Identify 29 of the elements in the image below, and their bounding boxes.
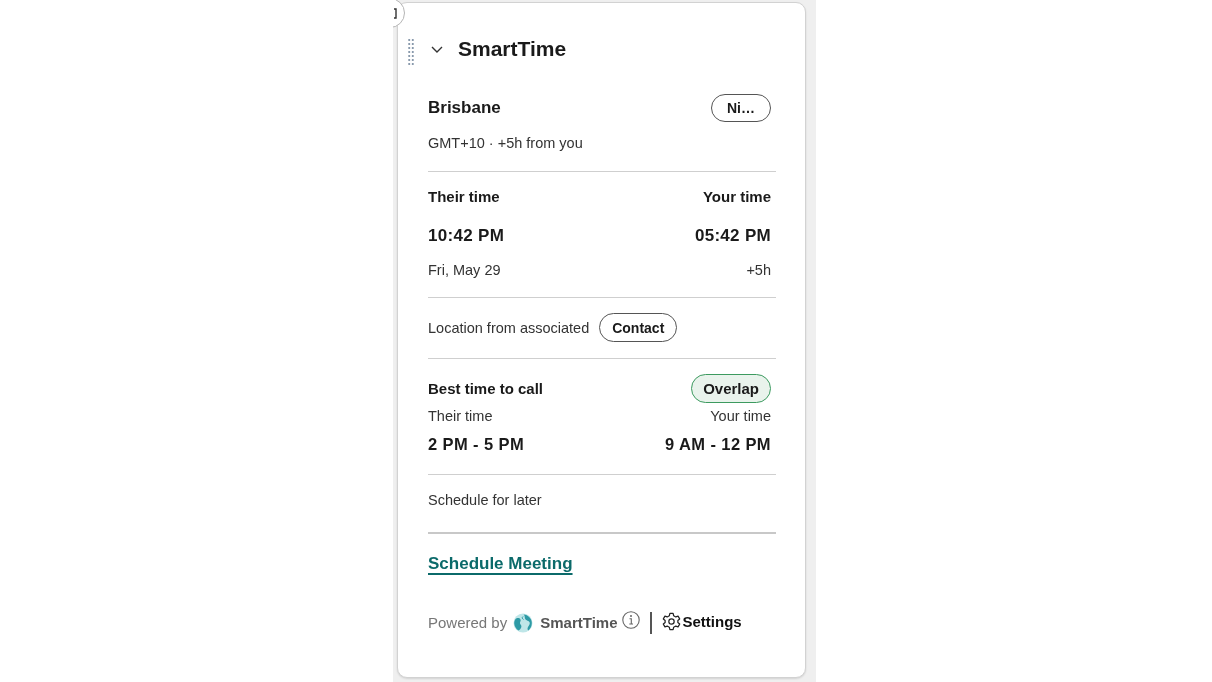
drag-handle-icon[interactable] [408,38,414,66]
settings-icon [662,612,682,631]
timezone-offset: GMT+10 · +5h from you [428,134,583,153]
your-time: 05:42 PM [694,225,771,247]
their-time-range: 2 PM - 5 PM [428,434,525,455]
their-date: Fri, May 29 [428,261,501,280]
panel-title: SmartTime [458,36,567,62]
your-time-label: Your time [702,187,771,207]
their-time: 10:42 PM [428,225,505,247]
settings-button[interactable]: Settings [662,612,742,631]
location-source-text: Location from associated [428,318,590,338]
powered-by-text: Powered by [428,613,508,633]
schedule-meeting-link[interactable]: Schedule Meeting [428,552,573,576]
time-difference: +5h [746,261,771,280]
overlap-badge: Overlap [691,374,771,403]
contact-button[interactable]: Contact [599,313,678,342]
your-time-range: 9 AM - 12 PM [665,434,771,455]
info-icon[interactable] [622,611,641,629]
their-time-label: Their time [428,187,500,207]
best-time-heading: Best time to call [428,378,544,399]
their-time-label: Their time [428,407,493,426]
round-button-icon[interactable] [393,0,406,28]
city-name: Brisbane [428,98,501,118]
your-time-label: Your time [710,407,771,426]
brand-name: SmartTime [540,613,618,633]
schedule-later-text: Schedule for later [428,491,542,510]
timezone-button[interactable]: Ni… [711,94,771,122]
globe-icon [513,613,534,633]
chevron-icon[interactable] [431,45,443,53]
